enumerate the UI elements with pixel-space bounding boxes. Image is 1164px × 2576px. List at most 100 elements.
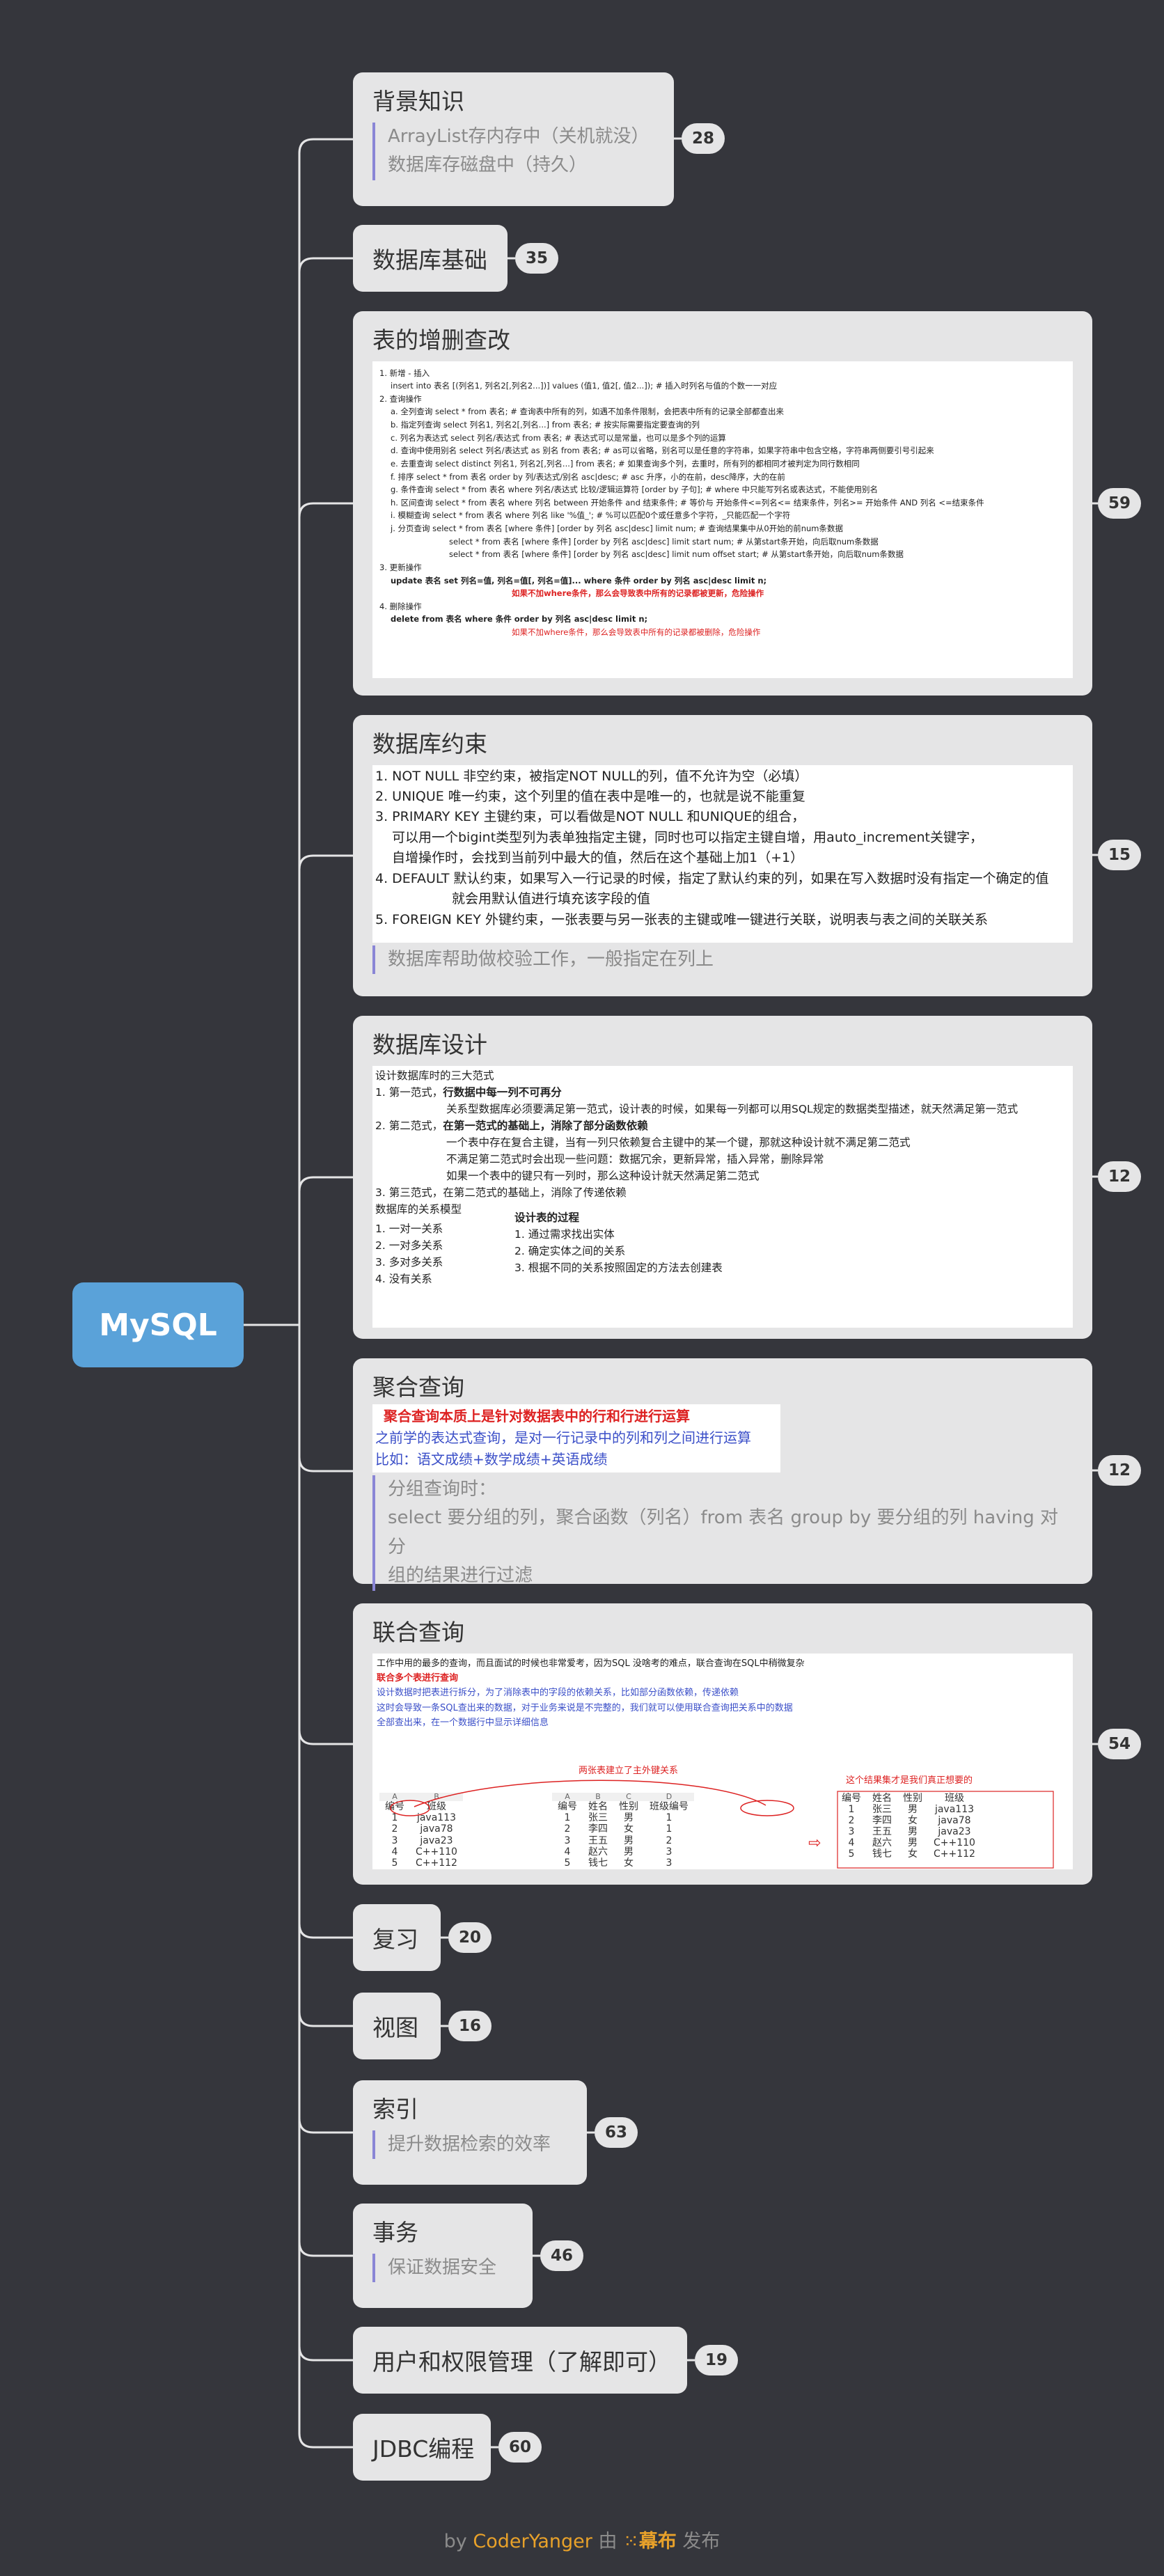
crud-line: a. 全列查询 select * from 表名; # 查询表中所有的列，如遇不… [391, 407, 784, 417]
design-line: 一个表中存在复合主键，当有一列只依赖复合主键中的某一个键，那就这种设计就不满足第… [446, 1136, 911, 1149]
connector-line [298, 2118, 353, 2134]
join-ellipses [390, 1780, 1054, 1869]
note-line: 数据库存磁盘中（持久） [388, 155, 588, 176]
node-index[interactable]: 索引 提升数据检索的效率 [353, 2080, 587, 2185]
crud-line: select * from 表名 [where 条件] [order by 列名… [449, 549, 904, 560]
constraint-line: 4. DEFAULT 默认约束，如果写入一行记录的时候，指定了默认约束的列，如果… [375, 870, 1049, 886]
constraint-line: 5. FOREIGN KEY 外键约束，一张表要与另一张表的主键或唯一键进行关联… [375, 911, 988, 927]
badge-transaction[interactable]: 46 [540, 2240, 583, 2271]
node-crud[interactable]: 表的增删查改 1. 新增 - 插入 insert into 表名 [(列名1, … [353, 311, 1092, 696]
design-text: 1. 第一范式， [375, 1085, 443, 1099]
crud-line: update 表名 set 列名=值, 列名=值[, 列名=值]... wher… [391, 575, 767, 586]
design-models: 1. 一对一关系 2. 一对多关系 3. 多对多关系 4. 没有关系 [375, 1220, 514, 1287]
crud-line: delete from 表名 where 条件 order by 列名 asc|… [391, 614, 648, 625]
node-note: 分组查询时： select 要分组的列，聚合函数（列名）from 表名 grou… [372, 1475, 1073, 1591]
crud-image: 1. 新增 - 插入 insert into 表名 [(列名1, 列名2[,列名… [372, 361, 1073, 678]
connector-line [298, 502, 353, 518]
badge-design[interactable]: 12 [1098, 1161, 1141, 1192]
crud-warning: 如果不加where条件，那么会导致表中所有的记录都被更新，危险操作 [512, 588, 764, 599]
node-title: 表的增删查改 [372, 327, 510, 354]
design-line: 不满足第二范式时会出现一些问题：数据冗余，更新异常，插入异常，删除异常 [446, 1152, 824, 1165]
constraint-line: 3. PRIMARY KEY 主键约束，可以看做是NOT NULL 和UNIQU… [375, 809, 805, 825]
design-text: 在第一范式的基础上，消除了部分函数依赖 [443, 1119, 648, 1132]
node-join[interactable]: 联合查询 工作中用的最多的查询，而且面试的时候也非常爱考，因为SQL 没啥考的难… [353, 1603, 1092, 1885]
root-node-mysql[interactable]: MySQL [72, 1282, 244, 1367]
badge-join[interactable]: 54 [1098, 1729, 1141, 1759]
node-title: 数据库约束 [372, 730, 487, 757]
note-line: 组的结果进行过滤 [388, 1565, 533, 1587]
connector-line [298, 1176, 353, 1192]
crud-line: i. 模糊查询 select * from 表名 where 列名 like '… [391, 510, 791, 521]
footer-by: by [443, 2531, 467, 2552]
node-view[interactable]: 视图 [353, 1993, 441, 2059]
crud-line: g. 条件查询 select * from 表名 where 列名/表达式 比较… [391, 485, 878, 495]
footer-brand[interactable]: 幕布 [639, 2531, 677, 2552]
design-two-col: 1. 一对一关系 2. 一对多关系 3. 多对多关系 4. 没有关系 设计表的过… [375, 1211, 1070, 1287]
connector-line [298, 2346, 353, 2362]
note-line: ArrayList存内存中（关机就没） [388, 125, 650, 147]
join-image: 工作中用的最多的查询，而且面试的时候也非常爱考，因为SQL 没啥考的难点，联合查… [372, 1653, 1073, 1869]
badge-background[interactable]: 28 [682, 123, 725, 154]
crud-line: 1. 新增 - 插入 [379, 368, 430, 378]
constraint-line: 就会用默认值进行填充该字段的值 [452, 891, 651, 907]
badge-index[interactable]: 63 [595, 2117, 638, 2148]
node-users[interactable]: 用户和权限管理（了解即可） [353, 2327, 687, 2394]
crud-line: select * from 表名 [where 条件] [order by 列名… [449, 536, 879, 547]
node-aggregate[interactable]: 聚合查询 聚合查询本质上是针对数据表中的行和行进行运算 之前学的表达式查询，是对… [353, 1358, 1092, 1591]
node-transaction[interactable]: 事务 保证数据安全 [353, 2204, 533, 2308]
crud-line: b. 指定列查询 select 列名1, 列名2[,列名...] from 表名… [391, 420, 700, 430]
design-line: 3. 第三范式，在第二范式的基础上，消除了传递依赖 [375, 1186, 627, 1199]
badge-review[interactable]: 20 [448, 1922, 491, 1953]
connector-line [298, 854, 353, 870]
footer: by CoderYanger 由 ⁙幕布 发布 [0, 2526, 1164, 2553]
node-constraint[interactable]: 数据库约束 1. NOT NULL 非空约束，被指定NOT NULL的列，值不允… [353, 715, 1092, 996]
aggregate-line: 之前学的表达式查询，是对一行记录中的列和列之间进行运算 [375, 1429, 751, 1446]
process-item: 3. 根据不同的关系按照固定的方法去创建表 [514, 1261, 723, 1274]
footer-author[interactable]: CoderYanger [473, 2531, 592, 2552]
badge-view[interactable]: 16 [448, 2011, 491, 2041]
design-line: 1. 第一范式，行数据中每一列不可再分 [375, 1084, 1070, 1101]
note-line: 分组查询时： [388, 1478, 497, 1500]
root-label: MySQL [99, 1307, 217, 1343]
node-title: 事务 [372, 2219, 418, 2246]
design-text: 行数据中每一列不可再分 [443, 1085, 562, 1099]
model-item: 3. 多对多关系 [375, 1255, 443, 1269]
node-design[interactable]: 数据库设计 设计数据库时的三大范式 1. 第一范式，行数据中每一列不可再分 关系… [353, 1016, 1092, 1339]
crud-line: j. 分页查询 select * from 表名 [where 条件] [ord… [391, 524, 844, 534]
node-title: 数据库基础 [372, 246, 487, 274]
crud-line: 2. 查询操作 [379, 393, 422, 404]
crud-warning: 如果不加where条件，那么会导致表中所有的记录都被删除，危险操作 [512, 627, 761, 638]
crud-line: c. 列名为表达式 select 列名/表达式 from 表名; # 表达式可以… [391, 432, 726, 443]
node-title: 用户和权限管理（了解即可） [372, 2348, 671, 2375]
connector-line [298, 2433, 353, 2449]
connector-line [298, 138, 353, 154]
process-item: 1. 通过需求找出实体 [514, 1227, 615, 1241]
badge-basics[interactable]: 35 [515, 243, 558, 274]
constraint-line: 自增操作时，会找到当前列中最大的值，然后在这个基础上加1（+1） [392, 850, 804, 866]
connector-line [298, 1729, 353, 1745]
node-note: ArrayList存内存中（关机就没） 数据库存磁盘中（持久） [372, 122, 654, 180]
connector-line [298, 1456, 353, 1472]
crud-line: h. 区间查询 select * from 表名 where 列名 betwee… [391, 497, 984, 508]
node-review[interactable]: 复习 [353, 1904, 441, 1971]
crud-line: d. 查询中使用别名 select 列名/表达式 as 别名 from 表名; … [391, 446, 934, 456]
connector-line [298, 1923, 353, 1939]
node-title: 复习 [372, 1926, 418, 1953]
node-basics[interactable]: 数据库基础 [353, 225, 508, 292]
node-jdbc[interactable]: JDBC编程 [353, 2414, 491, 2481]
badge-jdbc[interactable]: 60 [498, 2432, 542, 2463]
badge-users[interactable]: 19 [695, 2345, 738, 2375]
crud-line: f. 排序 select * from 表名 order by 列/表达式/别名… [391, 471, 785, 482]
constraint-line: 1. NOT NULL 非空约束，被指定NOT NULL的列，值不允许为空（必填… [375, 768, 808, 784]
node-title: 聚合查询 [372, 1374, 464, 1401]
design-line: 数据库的关系模型 [375, 1202, 462, 1216]
node-background[interactable]: 背景知识 ArrayList存内存中（关机就没） 数据库存磁盘中（持久） [353, 72, 674, 206]
badge-crud[interactable]: 59 [1098, 488, 1141, 519]
badge-constraint[interactable]: 15 [1098, 840, 1141, 870]
mubu-logo-icon: ⁙ [623, 2531, 639, 2552]
connector-line [298, 257, 353, 273]
node-title: 背景知识 [372, 88, 464, 115]
design-image: 设计数据库时的三大范式 1. 第一范式，行数据中每一列不可再分 关系型数据库必须… [372, 1065, 1073, 1328]
process-title: 设计表的过程 [514, 1211, 580, 1224]
badge-aggregate[interactable]: 12 [1098, 1455, 1141, 1486]
